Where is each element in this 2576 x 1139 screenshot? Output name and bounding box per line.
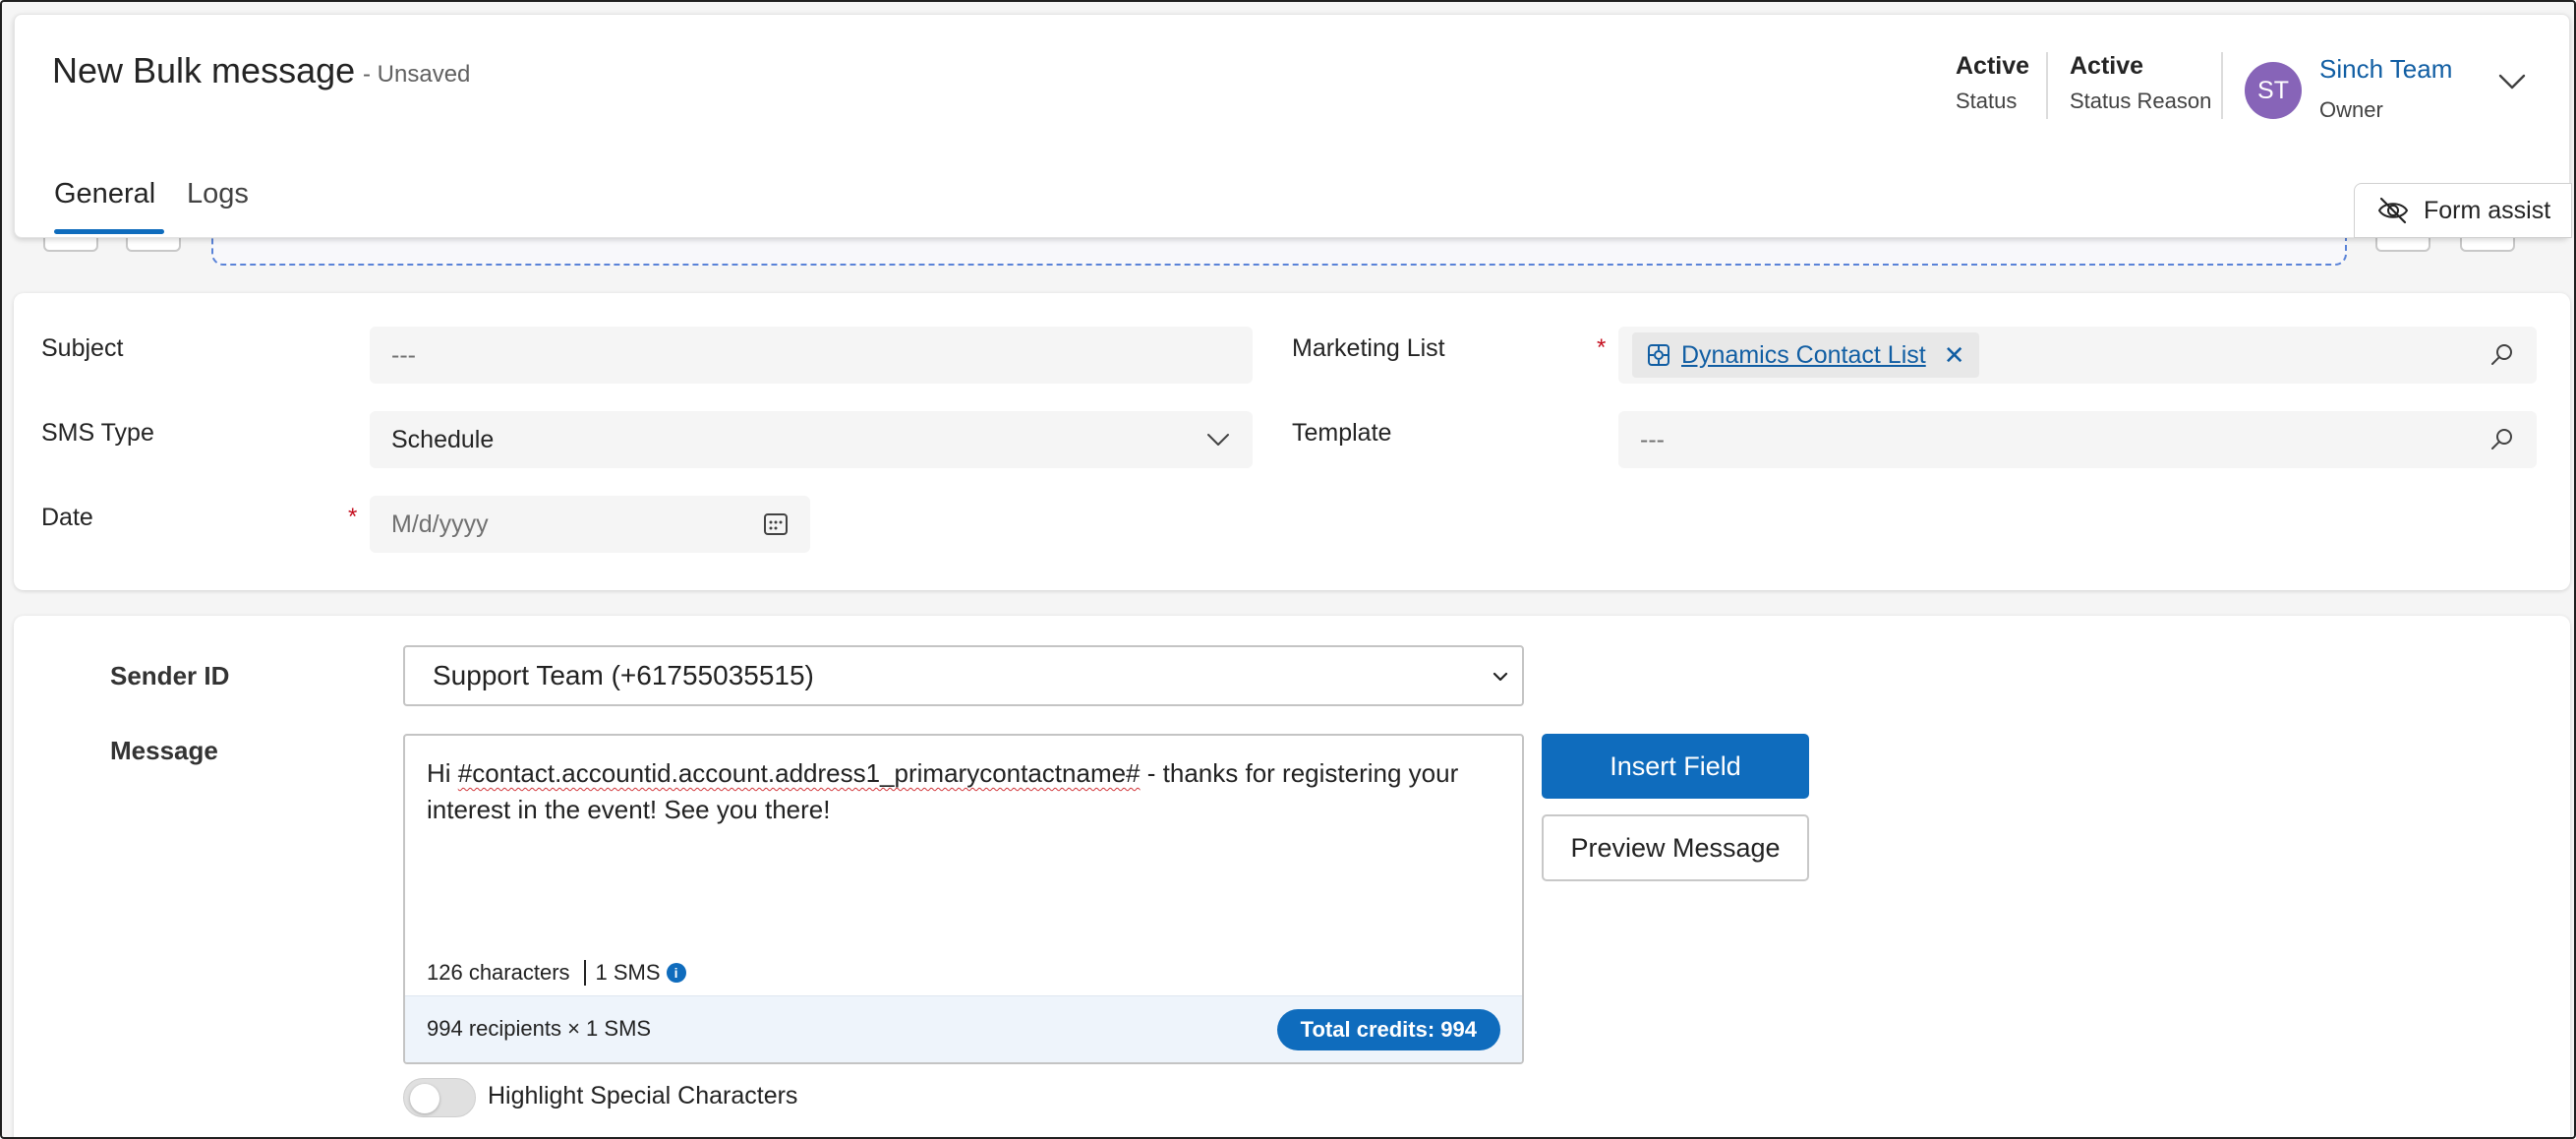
remove-icon[interactable]: ✕ xyxy=(1944,340,1965,371)
status-reason-value: Active xyxy=(2070,52,2144,80)
list-entity-icon xyxy=(1648,344,1669,366)
sms-count: 1 SMS xyxy=(595,960,661,985)
tab-general[interactable]: General xyxy=(54,178,155,210)
preview-message-button[interactable]: Preview Message xyxy=(1542,814,1809,881)
toggle-knob xyxy=(410,1084,439,1113)
message-merge-field: #contact.accountid.account.address1_prim… xyxy=(457,758,1141,788)
header-divider xyxy=(2046,52,2048,119)
character-count: 126 characters xyxy=(427,960,570,985)
info-icon[interactable]: i xyxy=(666,963,686,983)
sender-id-value: Support Team (+61755035515) xyxy=(433,660,814,690)
form-assist-button[interactable]: Form assist xyxy=(2354,183,2572,238)
date-label: Date xyxy=(41,504,93,531)
template-label: Template xyxy=(1292,419,1392,447)
recipients-summary: 994 recipients × 1 SMS xyxy=(427,1016,652,1041)
owner-link[interactable]: Sinch Team xyxy=(2319,54,2452,85)
message-summary-bar: 994 recipients × 1 SMS Total credits: 99… xyxy=(405,995,1522,1062)
message-text[interactable]: Hi #contact.accountid.account.address1_p… xyxy=(427,755,1508,828)
search-icon[interactable] xyxy=(2488,340,2517,370)
date-input[interactable]: M/d/yyyy xyxy=(370,496,810,553)
status-field: Active Status xyxy=(1956,52,2029,114)
subject-input[interactable]: --- xyxy=(370,327,1253,384)
message-prefix: Hi xyxy=(427,758,458,788)
sms-type-select[interactable]: Schedule xyxy=(370,411,1253,468)
status-reason-field: Active Status Reason xyxy=(2070,52,2211,114)
message-counter: 126 characters 1 SMS i xyxy=(427,960,686,986)
message-textarea[interactable]: Hi #contact.accountid.account.address1_p… xyxy=(403,734,1524,1064)
page-title: New Bulk message xyxy=(52,50,356,90)
status-reason-label: Status Reason xyxy=(2070,89,2212,113)
status-value: Active xyxy=(1956,52,2030,80)
header-divider xyxy=(2221,52,2223,119)
owner-avatar[interactable]: ST xyxy=(2245,62,2302,119)
highlight-special-characters-label: Highlight Special Characters xyxy=(488,1082,798,1109)
required-indicator: * xyxy=(1597,334,1607,361)
sms-type-value: Schedule xyxy=(391,425,495,453)
save-state-label: - Unsaved xyxy=(363,61,471,88)
insert-field-button[interactable]: Insert Field xyxy=(1542,734,1809,799)
template-lookup[interactable]: --- xyxy=(1618,411,2537,468)
marketing-list-link[interactable]: Dynamics Contact List xyxy=(1681,341,1926,370)
chevron-down-icon xyxy=(1493,672,1508,682)
sender-id-select[interactable]: Support Team (+61755035515) xyxy=(403,645,1524,706)
marketing-list-chip[interactable]: Dynamics Contact List ✕ xyxy=(1632,332,1979,378)
subject-value: --- xyxy=(391,340,416,369)
eye-off-icon xyxy=(2377,197,2409,224)
marketing-list-lookup[interactable]: Dynamics Contact List ✕ xyxy=(1618,327,2537,384)
required-indicator: * xyxy=(348,504,358,530)
subject-label: Subject xyxy=(41,334,124,362)
status-label: Status xyxy=(1956,89,2018,113)
tab-active-indicator xyxy=(54,229,164,234)
template-value: --- xyxy=(1640,425,1665,453)
app-frame: New Bulk message - Unsaved Active Status… xyxy=(0,0,2576,1139)
calendar-icon[interactable] xyxy=(761,510,790,539)
tab-logs[interactable]: Logs xyxy=(187,178,249,210)
chevron-down-icon xyxy=(1207,434,1229,446)
record-header: New Bulk message - Unsaved Active Status… xyxy=(14,14,2570,238)
sms-type-label: SMS Type xyxy=(41,419,154,447)
highlight-special-characters-toggle[interactable] xyxy=(403,1078,476,1117)
message-label: Message xyxy=(110,736,218,765)
marketing-list-label: Marketing List xyxy=(1292,334,1445,362)
search-icon[interactable] xyxy=(2488,425,2517,454)
owner-label: Owner xyxy=(2319,97,2383,122)
sender-id-label: Sender ID xyxy=(110,661,230,690)
form-assist-label: Form assist xyxy=(2424,196,2551,224)
date-placeholder: M/d/yyyy xyxy=(391,510,489,538)
chevron-down-icon[interactable] xyxy=(2496,66,2528,97)
counter-divider xyxy=(583,960,586,986)
total-credits-badge: Total credits: 994 xyxy=(1276,1009,1500,1050)
